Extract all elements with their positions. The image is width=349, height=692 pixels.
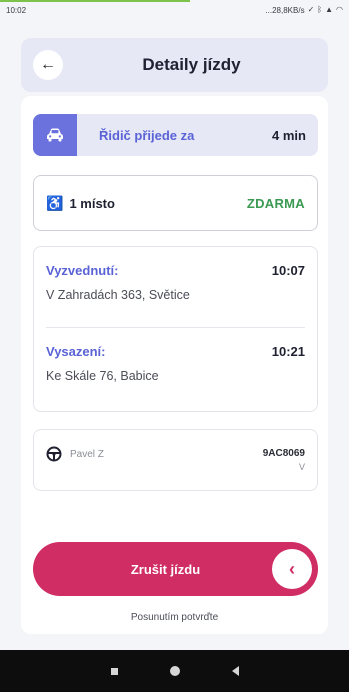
eta-label: Řidič přijede za — [99, 127, 195, 143]
eta-time: 4 min — [272, 127, 306, 143]
check-icon: ✓ — [307, 5, 315, 14]
vehicle-info: 9AC8069 V — [263, 448, 305, 472]
arrow-left-icon: ← — [40, 56, 56, 73]
dropoff-stop: Vysazení: 10:21 Ke Skále 76, Babice — [46, 327, 305, 407]
bluetooth-icon: ᛒ — [317, 5, 323, 14]
license-plate-sub: V — [298, 462, 305, 472]
pickup-address: V Zahradách 363, Světice — [46, 288, 190, 302]
driver-name: Pavel Z — [70, 448, 104, 460]
wifi-icon: ◠ — [336, 5, 343, 14]
system-back-button[interactable] — [231, 666, 239, 676]
dropoff-address: Ke Skále 76, Babice — [46, 369, 159, 383]
page-title: Detaily jízdy — [142, 55, 241, 74]
pickup-time: 10:07 — [271, 263, 305, 278]
status-icons: ...28,8KB/s ✓ ᛒ ▲ ◠ — [265, 6, 343, 15]
driver-eta-banner: Řidič přijede za 4 min — [33, 114, 318, 156]
status-time: 10:02 — [6, 5, 27, 15]
pickup-label: Vyzvednutí: — [46, 263, 119, 278]
route-panel: Vyzvednutí: 10:07 V Zahradách 363, Světi… — [33, 246, 318, 412]
driver-panel: Pavel Z 9AC8069 V — [33, 429, 318, 491]
page-header: ← Detaily jízdy — [21, 38, 328, 92]
ride-details-card: Řidič přijede za 4 min ♿ 1 místo ZDARMA … — [21, 96, 328, 634]
eta-icon-box — [33, 114, 77, 156]
loading-progress-line — [0, 0, 190, 2]
screen: 10:02 ...28,8KB/s ✓ ᛒ ▲ ◠ ← Detaily jízd… — [0, 0, 349, 692]
seat-count: 1 místo — [69, 195, 115, 211]
license-plate: 9AC8069 — [262, 448, 305, 459]
confirm-hint: Posunutím potvrďte — [130, 612, 219, 623]
seat-info: ♿ 1 místo ZDARMA — [33, 175, 318, 231]
steering-wheel-icon — [46, 446, 62, 462]
dropoff-label: Vysazení: — [46, 344, 106, 359]
back-button[interactable]: ← — [33, 50, 63, 80]
wheelchair-icon: ♿ — [46, 194, 64, 211]
car-icon — [47, 128, 63, 142]
dropoff-time: 10:21 — [271, 344, 305, 359]
chevron-left-icon: ‹ — [289, 558, 295, 579]
seat-price: ZDARMA — [246, 195, 305, 211]
cancel-ride-slider[interactable]: Zrušit jízdu ‹ — [33, 542, 318, 596]
system-nav-bar — [0, 650, 349, 692]
pickup-stop: Vyzvednutí: 10:07 V Zahradách 363, Světi… — [46, 247, 305, 327]
net-speed: ...28,8KB/s — [265, 5, 305, 15]
recent-apps-button[interactable] — [110, 667, 118, 675]
status-bar: 10:02 ...28,8KB/s ✓ ᛒ ▲ ◠ — [0, 0, 349, 20]
driver-info: Pavel Z — [46, 446, 104, 462]
home-button[interactable] — [169, 666, 180, 676]
slider-knob[interactable]: ‹ — [272, 549, 312, 589]
signal-icon: ▲ — [325, 5, 334, 14]
